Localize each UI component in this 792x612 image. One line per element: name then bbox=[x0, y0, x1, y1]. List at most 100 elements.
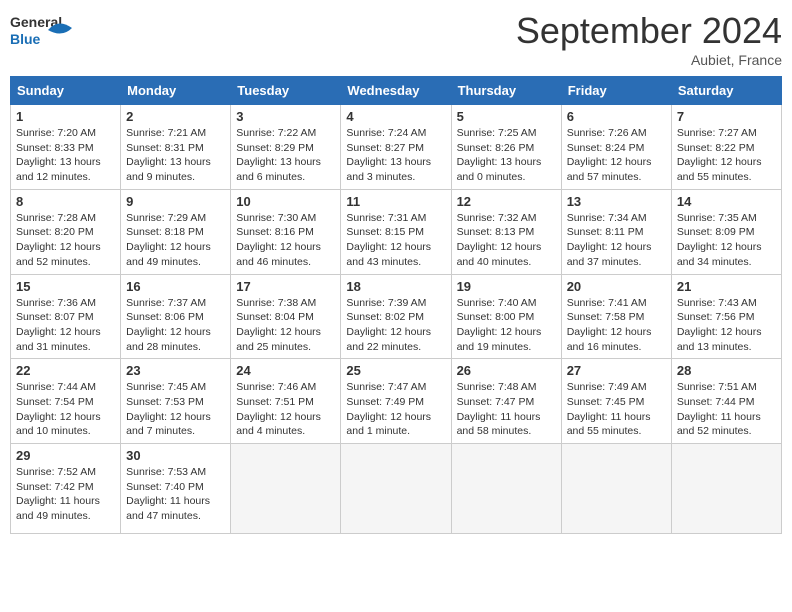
day-info: Sunrise: 7:48 AMSunset: 7:47 PMDaylight:… bbox=[457, 380, 556, 439]
calendar-day-cell bbox=[671, 444, 781, 534]
day-number: 10 bbox=[236, 194, 335, 209]
calendar-day-cell bbox=[451, 444, 561, 534]
day-number: 2 bbox=[126, 109, 225, 124]
calendar-day-cell bbox=[341, 444, 451, 534]
day-info: Sunrise: 7:53 AMSunset: 7:40 PMDaylight:… bbox=[126, 465, 225, 524]
calendar-day-cell: 26 Sunrise: 7:48 AMSunset: 7:47 PMDayligh… bbox=[451, 359, 561, 444]
calendar-day-cell bbox=[231, 444, 341, 534]
calendar-week-row: 8Sunrise: 7:28 AMSunset: 8:20 PMDaylight… bbox=[11, 189, 782, 274]
calendar-day-cell: 22 Sunrise: 7:44 AMSunset: 7:54 PMDayligh… bbox=[11, 359, 121, 444]
weekday-header-saturday: Saturday bbox=[671, 77, 781, 105]
logo-svg: General Blue bbox=[10, 10, 100, 50]
calendar-day-cell: 2 Sunrise: 7:21 AMSunset: 8:31 PMDaylight… bbox=[121, 105, 231, 190]
weekday-header-friday: Friday bbox=[561, 77, 671, 105]
day-number: 11 bbox=[346, 194, 445, 209]
calendar-day-cell bbox=[561, 444, 671, 534]
day-number: 16 bbox=[126, 279, 225, 294]
calendar-day-cell: 16 Sunrise: 7:37 AMSunset: 8:06 PMDayligh… bbox=[121, 274, 231, 359]
calendar-day-cell: 1 Sunrise: 7:20 AMSunset: 8:33 PMDaylight… bbox=[11, 105, 121, 190]
page-header: General Blue September 2024 Aubiet, Fran… bbox=[10, 10, 782, 68]
day-info: Sunrise: 7:52 AMSunset: 7:42 PMDaylight:… bbox=[16, 465, 115, 524]
day-number: 26 bbox=[457, 363, 556, 378]
calendar-week-row: 1 Sunrise: 7:20 AMSunset: 8:33 PMDaylight… bbox=[11, 105, 782, 190]
calendar-day-cell: 20Sunrise: 7:41 AMSunset: 7:58 PMDayligh… bbox=[561, 274, 671, 359]
calendar-day-cell: 14 Sunrise: 7:35 AMSunset: 8:09 PMDayligh… bbox=[671, 189, 781, 274]
calendar-day-cell: 9Sunrise: 7:29 AMSunset: 8:18 PMDaylight… bbox=[121, 189, 231, 274]
calendar-day-cell: 29 Sunrise: 7:52 AMSunset: 7:42 PMDayligh… bbox=[11, 444, 121, 534]
day-info: Sunrise: 7:37 AMSunset: 8:06 PMDaylight:… bbox=[126, 296, 225, 355]
calendar-day-cell: 18 Sunrise: 7:39 AMSunset: 8:02 PMDayligh… bbox=[341, 274, 451, 359]
day-number: 12 bbox=[457, 194, 556, 209]
svg-text:Blue: Blue bbox=[10, 31, 41, 47]
day-info: Sunrise: 7:39 AMSunset: 8:02 PMDaylight:… bbox=[346, 296, 445, 355]
day-info: Sunrise: 7:35 AMSunset: 8:09 PMDaylight:… bbox=[677, 211, 776, 270]
calendar-day-cell: 23 Sunrise: 7:45 AMSunset: 7:53 PMDayligh… bbox=[121, 359, 231, 444]
day-info: Sunrise: 7:29 AMSunset: 8:18 PMDaylight:… bbox=[126, 211, 225, 270]
day-number: 15 bbox=[16, 279, 115, 294]
day-number: 24 bbox=[236, 363, 335, 378]
day-info: Sunrise: 7:34 AMSunset: 8:11 PMDaylight:… bbox=[567, 211, 666, 270]
day-number: 1 bbox=[16, 109, 115, 124]
calendar-week-row: 29 Sunrise: 7:52 AMSunset: 7:42 PMDayligh… bbox=[11, 444, 782, 534]
day-number: 14 bbox=[677, 194, 776, 209]
day-number: 28 bbox=[677, 363, 776, 378]
calendar-day-cell: 8Sunrise: 7:28 AMSunset: 8:20 PMDaylight… bbox=[11, 189, 121, 274]
month-title: September 2024 bbox=[516, 10, 782, 52]
calendar-day-cell: 12Sunrise: 7:32 AMSunset: 8:13 PMDayligh… bbox=[451, 189, 561, 274]
day-info: Sunrise: 7:49 AMSunset: 7:45 PMDaylight:… bbox=[567, 380, 666, 439]
calendar-day-cell: 4 Sunrise: 7:24 AMSunset: 8:27 PMDaylight… bbox=[341, 105, 451, 190]
day-number: 22 bbox=[16, 363, 115, 378]
day-info: Sunrise: 7:30 AMSunset: 8:16 PMDaylight:… bbox=[236, 211, 335, 270]
day-number: 6 bbox=[567, 109, 666, 124]
title-area: September 2024 Aubiet, France bbox=[516, 10, 782, 68]
calendar-week-row: 15 Sunrise: 7:36 AMSunset: 8:07 PMDayligh… bbox=[11, 274, 782, 359]
calendar-day-cell: 6 Sunrise: 7:26 AMSunset: 8:24 PMDaylight… bbox=[561, 105, 671, 190]
day-info: Sunrise: 7:47 AMSunset: 7:49 PMDaylight:… bbox=[346, 380, 445, 439]
day-number: 21 bbox=[677, 279, 776, 294]
day-info: Sunrise: 7:36 AMSunset: 8:07 PMDaylight:… bbox=[16, 296, 115, 355]
calendar-day-cell: 15 Sunrise: 7:36 AMSunset: 8:07 PMDayligh… bbox=[11, 274, 121, 359]
calendar-day-cell: 28Sunrise: 7:51 AMSunset: 7:44 PMDayligh… bbox=[671, 359, 781, 444]
day-number: 25 bbox=[346, 363, 445, 378]
day-info: Sunrise: 7:43 AMSunset: 7:56 PMDaylight:… bbox=[677, 296, 776, 355]
day-info: Sunrise: 7:38 AMSunset: 8:04 PMDaylight:… bbox=[236, 296, 335, 355]
day-info: Sunrise: 7:25 AMSunset: 8:26 PMDaylight:… bbox=[457, 126, 556, 185]
day-info: Sunrise: 7:31 AMSunset: 8:15 PMDaylight:… bbox=[346, 211, 445, 270]
day-number: 19 bbox=[457, 279, 556, 294]
day-info: Sunrise: 7:24 AMSunset: 8:27 PMDaylight:… bbox=[346, 126, 445, 185]
calendar-day-cell: 30Sunrise: 7:53 AMSunset: 7:40 PMDayligh… bbox=[121, 444, 231, 534]
calendar-day-cell: 24 Sunrise: 7:46 AMSunset: 7:51 PMDayligh… bbox=[231, 359, 341, 444]
calendar-day-cell: 5Sunrise: 7:25 AMSunset: 8:26 PMDaylight… bbox=[451, 105, 561, 190]
calendar-table: SundayMondayTuesdayWednesdayThursdayFrid… bbox=[10, 76, 782, 534]
day-number: 17 bbox=[236, 279, 335, 294]
calendar-day-cell: 17 Sunrise: 7:38 AMSunset: 8:04 PMDayligh… bbox=[231, 274, 341, 359]
day-info: Sunrise: 7:26 AMSunset: 8:24 PMDaylight:… bbox=[567, 126, 666, 185]
location: Aubiet, France bbox=[516, 52, 782, 68]
day-info: Sunrise: 7:21 AMSunset: 8:31 PMDaylight:… bbox=[126, 126, 225, 185]
day-info: Sunrise: 7:40 AMSunset: 8:00 PMDaylight:… bbox=[457, 296, 556, 355]
logo: General Blue bbox=[10, 10, 100, 50]
day-number: 3 bbox=[236, 109, 335, 124]
day-info: Sunrise: 7:45 AMSunset: 7:53 PMDaylight:… bbox=[126, 380, 225, 439]
day-number: 29 bbox=[16, 448, 115, 463]
calendar-day-cell: 3 Sunrise: 7:22 AMSunset: 8:29 PMDaylight… bbox=[231, 105, 341, 190]
day-number: 4 bbox=[346, 109, 445, 124]
day-info: Sunrise: 7:20 AMSunset: 8:33 PMDaylight:… bbox=[16, 126, 115, 185]
weekday-header-monday: Monday bbox=[121, 77, 231, 105]
calendar-day-cell: 21 Sunrise: 7:43 AMSunset: 7:56 PMDayligh… bbox=[671, 274, 781, 359]
calendar-day-cell: 27Sunrise: 7:49 AMSunset: 7:45 PMDayligh… bbox=[561, 359, 671, 444]
day-number: 8 bbox=[16, 194, 115, 209]
day-number: 23 bbox=[126, 363, 225, 378]
calendar-week-row: 22 Sunrise: 7:44 AMSunset: 7:54 PMDayligh… bbox=[11, 359, 782, 444]
day-info: Sunrise: 7:27 AMSunset: 8:22 PMDaylight:… bbox=[677, 126, 776, 185]
calendar-day-cell: 10 Sunrise: 7:30 AMSunset: 8:16 PMDayligh… bbox=[231, 189, 341, 274]
day-info: Sunrise: 7:22 AMSunset: 8:29 PMDaylight:… bbox=[236, 126, 335, 185]
day-info: Sunrise: 7:46 AMSunset: 7:51 PMDaylight:… bbox=[236, 380, 335, 439]
day-info: Sunrise: 7:44 AMSunset: 7:54 PMDaylight:… bbox=[16, 380, 115, 439]
day-info: Sunrise: 7:41 AMSunset: 7:58 PMDaylight:… bbox=[567, 296, 666, 355]
calendar-day-cell: 19 Sunrise: 7:40 AMSunset: 8:00 PMDayligh… bbox=[451, 274, 561, 359]
weekday-header-wednesday: Wednesday bbox=[341, 77, 451, 105]
day-number: 18 bbox=[346, 279, 445, 294]
weekday-header-row: SundayMondayTuesdayWednesdayThursdayFrid… bbox=[11, 77, 782, 105]
weekday-header-thursday: Thursday bbox=[451, 77, 561, 105]
